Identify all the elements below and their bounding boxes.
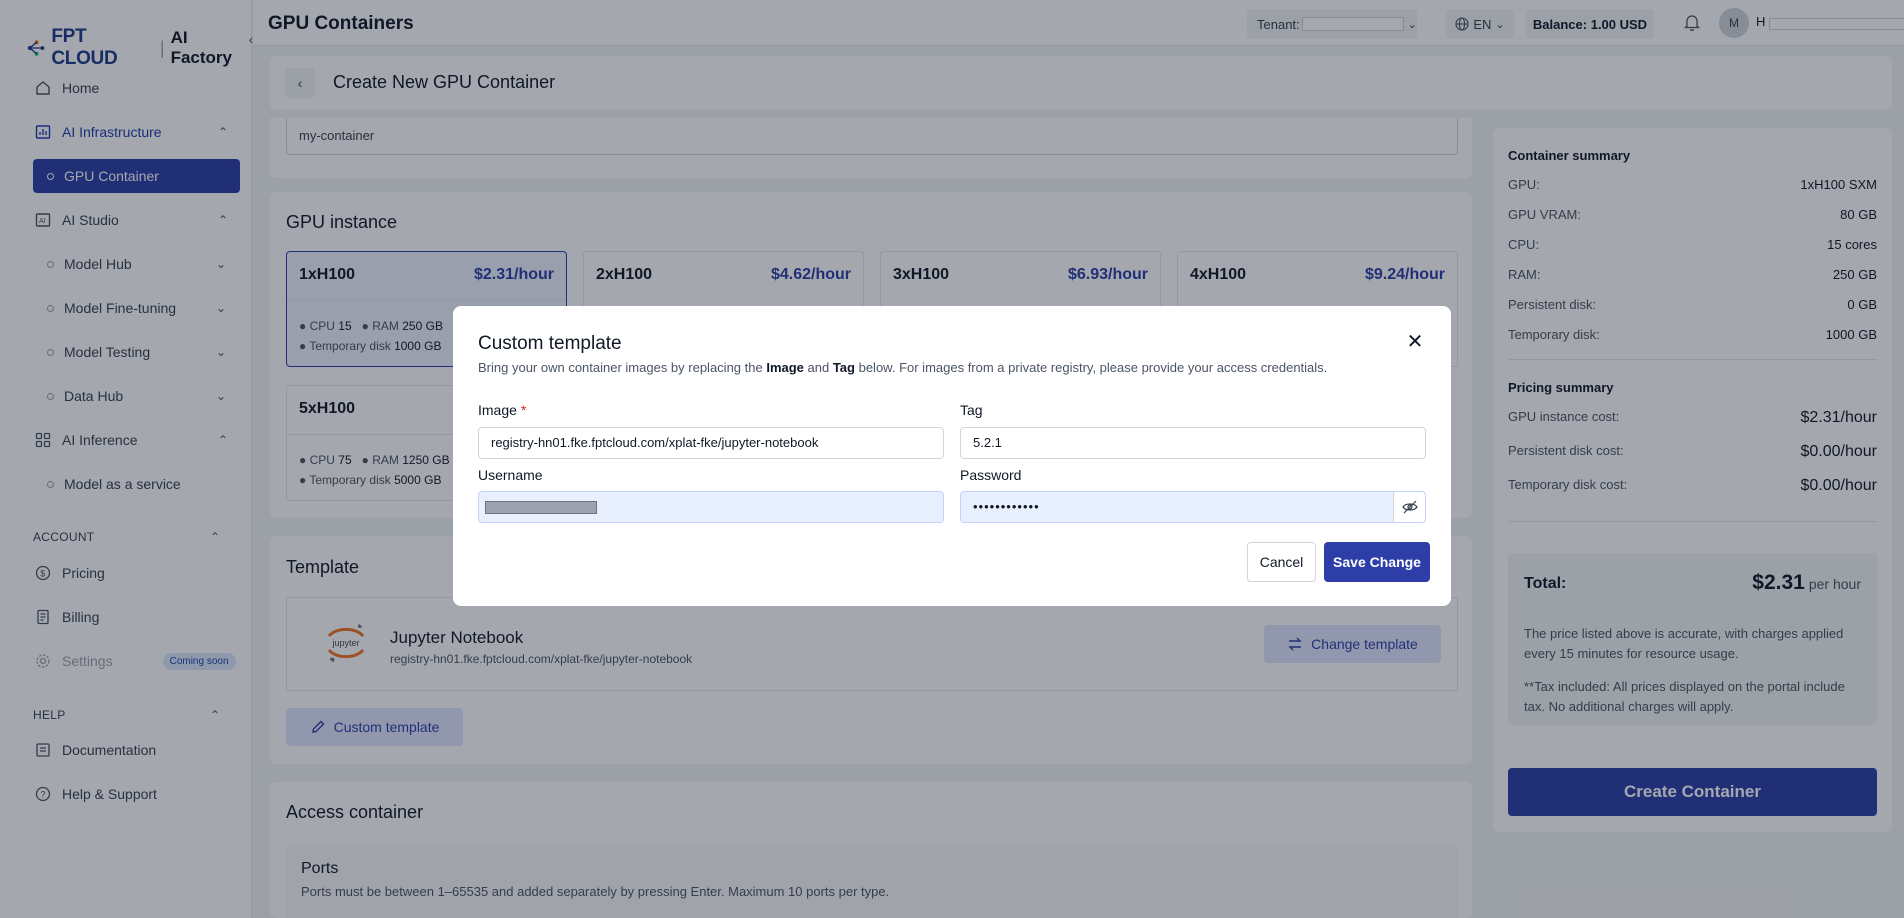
username-redacted	[485, 501, 597, 515]
password-value: ••••••••••••	[973, 499, 1040, 514]
eye-slash-icon[interactable]	[1393, 492, 1425, 522]
password-label: Password	[960, 467, 1022, 483]
username-input[interactable]	[478, 491, 944, 523]
modal-description: Bring your own container images by repla…	[478, 360, 1328, 375]
custom-template-modal: Custom template Bring your own container…	[453, 306, 1451, 606]
username-label: Username	[478, 467, 543, 483]
tag-label: Tag	[960, 402, 983, 418]
close-icon[interactable]: ✕	[1403, 330, 1427, 354]
modal-title: Custom template	[478, 333, 622, 354]
tag-input[interactable]: 5.2.1	[960, 427, 1426, 459]
cancel-button[interactable]: Cancel	[1247, 542, 1316, 582]
save-change-button[interactable]: Save Change	[1324, 542, 1430, 582]
image-input[interactable]: registry-hn01.fke.fptcloud.com/xplat-fke…	[478, 427, 944, 459]
password-input[interactable]: ••••••••••••	[960, 491, 1426, 523]
image-label: Image *	[478, 402, 527, 418]
